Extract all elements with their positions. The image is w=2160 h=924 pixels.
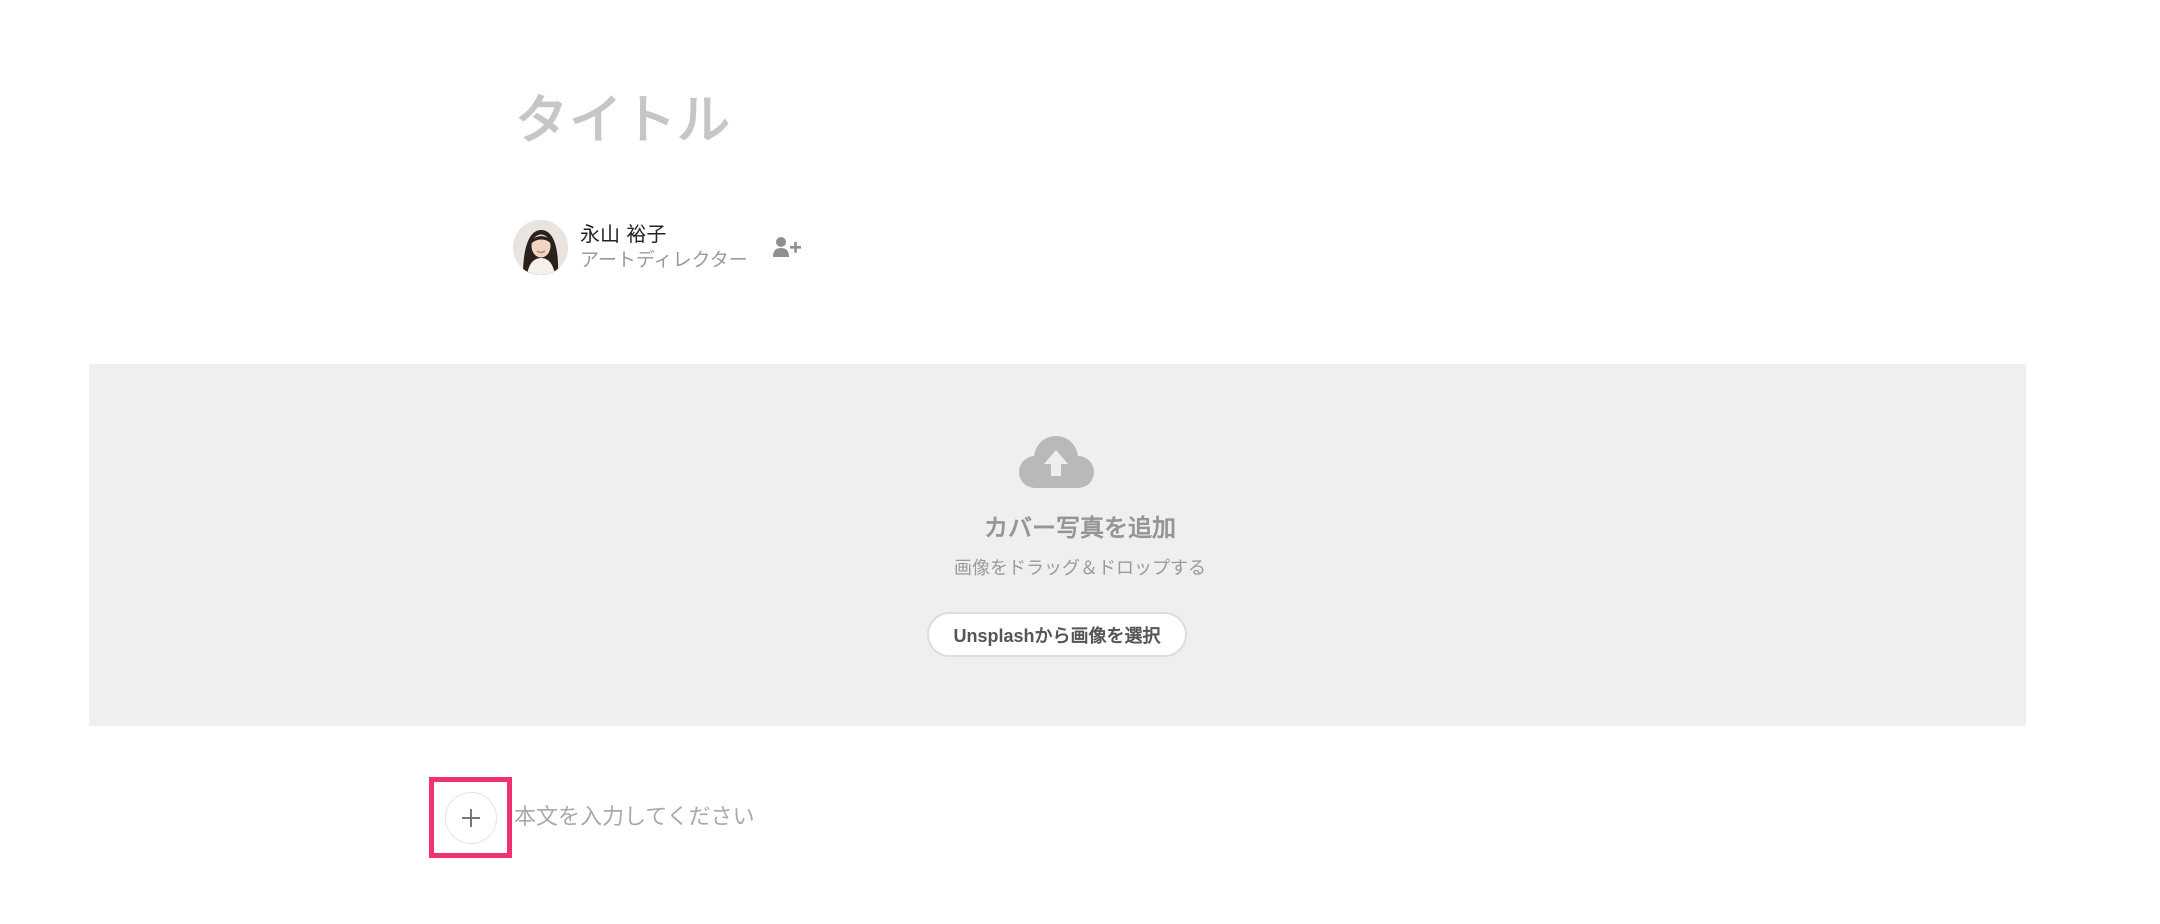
author-name: 永山 裕子 — [580, 222, 667, 246]
author-role: アートディレクター — [580, 249, 748, 271]
cloud-upload-icon — [1019, 436, 1094, 488]
cover-photo-dropzone[interactable] — [89, 364, 2026, 726]
body-input[interactable]: 本文を入力してください — [514, 803, 755, 833]
add-author-button[interactable] — [770, 229, 806, 265]
user-plus-icon — [772, 237, 801, 257]
author-block: 永山 裕子 アートディレクター — [513, 218, 806, 276]
cover-subtitle: 画像をドラッグ＆ドロップする — [954, 558, 1206, 579]
plus-icon — [462, 809, 480, 827]
cover-title: カバー写真を追加 — [984, 514, 1176, 542]
add-block-button[interactable] — [445, 792, 497, 844]
avatar[interactable] — [513, 219, 568, 275]
unsplash-select-button[interactable]: Unsplashから画像を選択 — [927, 612, 1187, 657]
title-input[interactable]: タイトル — [515, 86, 731, 156]
